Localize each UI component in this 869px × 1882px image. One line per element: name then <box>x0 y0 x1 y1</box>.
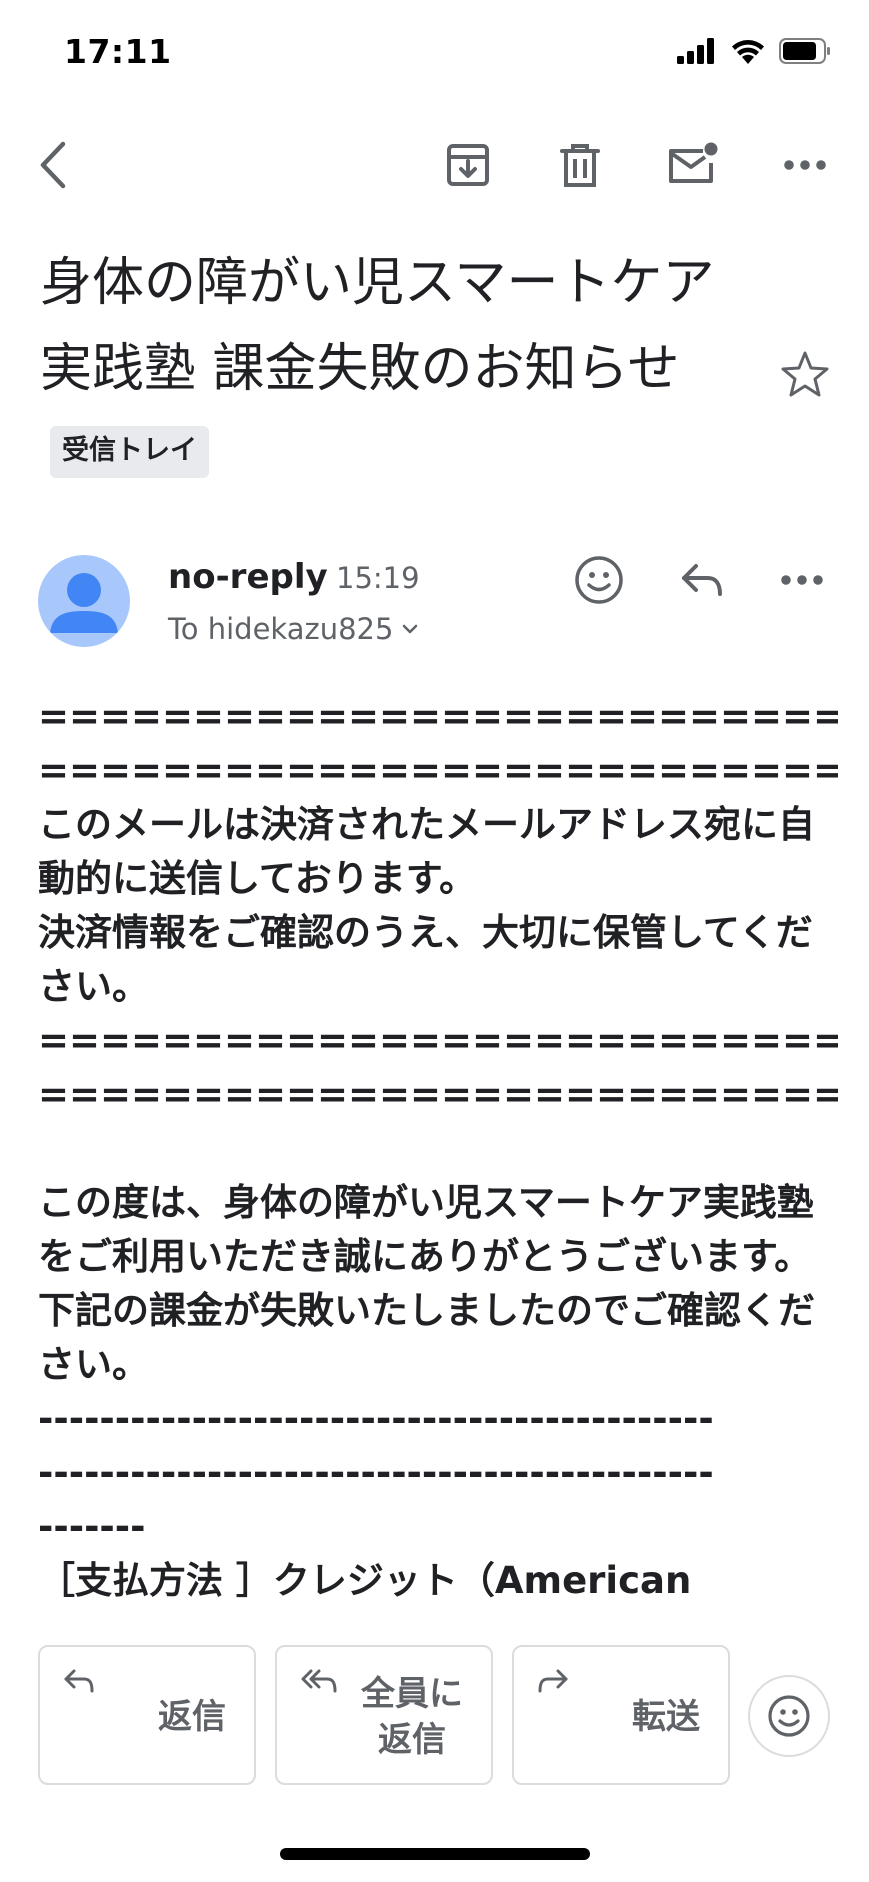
reply-all-action-button[interactable]: 全員に 返信 <box>275 1645 493 1785</box>
auto-send-notice: このメールは決済されたメールアドレス宛に自動的に送信しております。 <box>38 803 815 900</box>
wifi-icon <box>732 40 764 64</box>
failure-paragraph: 下記の課金が失敗いたしましたのでご確認ください。 <box>38 1289 815 1386</box>
battery-icon <box>779 38 830 64</box>
emoji-reaction-button[interactable] <box>567 548 631 612</box>
person-avatar-icon <box>50 573 118 633</box>
recipient-text: To hidekazu825 <box>168 612 394 646</box>
separator-line: ======================================== <box>38 1019 838 1062</box>
reply-all-icon <box>301 1669 337 1693</box>
mail-unread-icon <box>669 142 718 183</box>
thanks-paragraph: この度は、身体の障がい児スマートケア実践塾をご利用いただき誠にありがとうございま… <box>38 1181 814 1278</box>
more-horizontal-icon <box>784 160 826 170</box>
archive-button[interactable] <box>433 125 503 205</box>
recipient-details-toggle[interactable]: To hidekazu825 <box>168 612 419 646</box>
email-subject: 身体の障がい児スマートケア実践塾 課金失敗のお知らせ受信トレイ <box>40 240 740 498</box>
payment-method-line: ［支払方法 ］クレジット（American <box>38 1559 692 1602</box>
sent-time: 15:19 <box>336 561 420 595</box>
reply-label: 返信 <box>158 1697 226 1737</box>
reply-arrow-icon <box>682 564 722 596</box>
cellular-signal-icon <box>677 38 714 64</box>
toolbar <box>0 125 869 205</box>
reply-arrow-icon <box>64 1669 94 1693</box>
mark-unread-button[interactable] <box>657 125 727 205</box>
sender-name[interactable]: no-reply <box>168 557 328 597</box>
back-arrow-icon <box>40 141 66 189</box>
home-indicator[interactable] <box>280 1848 590 1860</box>
delete-button[interactable] <box>545 125 615 205</box>
reply-button[interactable] <box>670 548 734 612</box>
smiley-icon <box>575 556 623 604</box>
more-options-button[interactable] <box>770 125 840 205</box>
smiley-icon <box>768 1695 810 1737</box>
separator-line: ======================================== <box>38 695 838 738</box>
emoji-reaction-footer-button[interactable] <box>748 1675 830 1757</box>
more-horizontal-icon <box>781 575 823 585</box>
status-bar: 17:11 <box>0 0 869 110</box>
inbox-label-chip[interactable]: 受信トレイ <box>50 426 209 478</box>
sender-avatar[interactable] <box>38 555 130 647</box>
keep-info-notice: 決済情報をご確認のうえ、大切に保管してください。 <box>38 911 813 1008</box>
message-more-button[interactable] <box>770 548 834 612</box>
forward-arrow-icon <box>538 1669 568 1693</box>
subject-text: 身体の障がい児スマートケア実践塾 課金失敗のお知らせ <box>40 253 715 399</box>
star-button[interactable] <box>778 348 832 402</box>
forward-action-button[interactable]: 転送 <box>512 1645 730 1785</box>
separator-line: ============================== <box>38 749 838 792</box>
forward-label: 転送 <box>632 1697 700 1737</box>
back-button[interactable] <box>18 125 88 205</box>
reply-all-label: 全員に 返信 <box>361 1674 463 1760</box>
archive-icon <box>447 144 489 186</box>
status-time: 17:11 <box>64 32 172 71</box>
dash-separator: ----------------------------------------… <box>38 1397 714 1440</box>
star-outline-icon <box>781 351 829 397</box>
trash-icon <box>560 144 600 187</box>
chevron-down-icon <box>403 624 418 634</box>
dash-separator: ------- <box>38 1505 146 1548</box>
separator-line: ============================== <box>38 1073 838 1116</box>
reply-action-bar: 返信 全員に 返信 転送 <box>0 1625 869 1805</box>
reply-action-button[interactable]: 返信 <box>38 1645 256 1785</box>
dash-separator: ----------------------------------------… <box>38 1451 714 1494</box>
email-body: ========================== ==============… <box>38 690 838 1625</box>
status-icons <box>677 38 831 64</box>
